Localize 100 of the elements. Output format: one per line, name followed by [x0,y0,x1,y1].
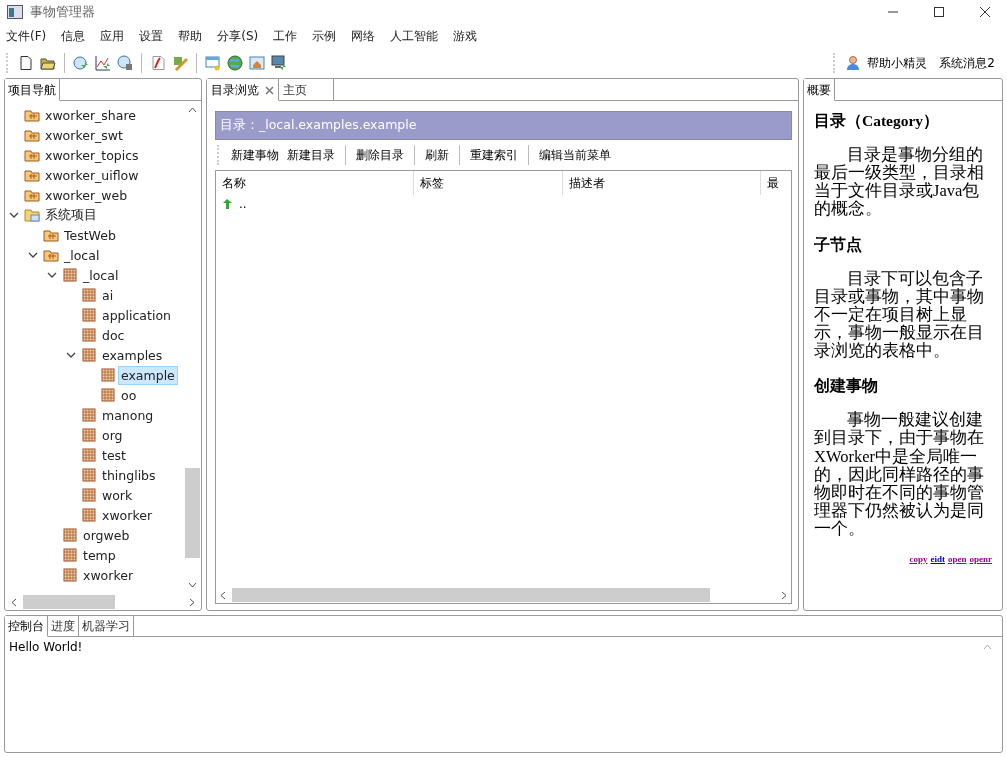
package-icon [81,427,97,443]
tree-item[interactable]: doc [100,326,127,344]
tree-item[interactable]: examples [100,346,165,364]
tree-item[interactable]: org [100,426,125,444]
browser-tab[interactable]: 目录浏览 [207,79,279,101]
tree-item[interactable]: TestWeb [62,226,118,244]
navigator-tab[interactable]: 项目导航 [5,79,60,101]
package-icon [81,487,97,503]
home-icon[interactable] [249,55,265,71]
tree-item[interactable]: ai [100,286,116,304]
scrollbar-thumb[interactable] [232,588,710,602]
console-output: Hello World! [9,640,83,656]
package-icon [62,267,78,283]
column-header[interactable]: 名称 [216,171,415,195]
menu-item[interactable]: 人工智能 [390,27,439,45]
maximize-icon[interactable] [933,6,945,18]
project-icon [24,147,40,163]
new-file-icon[interactable] [18,55,34,71]
menu-item[interactable]: 设置 [139,27,164,45]
tree-item[interactable]: example [119,366,177,384]
section-heading: 创建事物 [814,376,879,397]
open-folder-icon[interactable] [40,55,56,71]
person-icon [845,55,862,71]
console-tab[interactable]: 进度 [48,616,79,636]
package-icon [62,527,78,543]
package-icon [81,447,97,463]
package-icon [62,567,78,583]
menu-item[interactable]: 应用 [100,27,125,45]
scroll-left-icon[interactable] [11,597,17,607]
package-icon [81,407,97,423]
menu-item[interactable]: 帮助 [178,27,203,45]
monitor-icon[interactable] [271,55,287,71]
link[interactable]: copy [909,554,928,565]
menu-item[interactable]: 文件(F) [6,27,47,45]
column-header[interactable]: 标签 [414,171,563,195]
chart-icon[interactable] [95,55,111,71]
tree-item[interactable]: application [100,306,173,324]
section-heading: 子节点 [814,234,863,255]
project-icon [24,167,40,183]
tree-item[interactable]: orgweb [81,526,132,544]
scrollbar-thumb[interactable] [185,468,200,558]
tree-item[interactable]: _local [62,246,102,264]
tree-item[interactable]: xworker_share [43,106,138,124]
document-icon[interactable] [150,55,166,71]
section-text: 目录是事物分组的最后一级类型，目录相当于文件目录或Java包的概念。 [814,146,985,219]
action-button[interactable]: 编辑当前菜单 [539,146,611,164]
tree-item[interactable]: xworker [81,566,136,584]
scroll-right-icon[interactable] [189,597,195,607]
column-header[interactable]: 最 [761,171,791,195]
menu-item[interactable]: 分享(S) [217,27,259,45]
tree-item[interactable]: xworker_topics [43,146,141,164]
menu-item[interactable]: 网络 [351,27,376,45]
menu-item[interactable]: 示例 [312,27,337,45]
link[interactable]: open [948,554,967,565]
globe-icon[interactable] [227,55,243,71]
scroll-left-icon[interactable] [220,590,226,600]
console-tab[interactable]: 控制台 [5,616,48,637]
action-button[interactable]: 删除目录 [356,146,404,164]
scroll-down-icon[interactable] [188,582,197,588]
summary-tab[interactable]: 概要 [804,79,835,101]
tree-item[interactable]: oo [119,386,139,404]
link[interactable]: eidt [930,554,945,565]
close-icon[interactable] [979,6,991,18]
action-button[interactable]: 新建目录 [287,146,335,164]
app-icon [7,5,23,19]
messages-button[interactable]: 系统消息2 [939,54,995,72]
package-icon [81,327,97,343]
tree-item[interactable]: test [100,446,128,464]
window-title: 事物管理器 [30,3,95,21]
tree-item[interactable]: temp [81,546,118,564]
scrollbar-thumb[interactable] [23,595,115,609]
action-button[interactable]: 刷新 [425,146,449,164]
menu-item[interactable]: 工作 [273,27,298,45]
tree-item[interactable]: xworker_uiflow [43,166,141,184]
package-icon [81,507,97,523]
tree-item[interactable]: thinglibs [100,466,158,484]
tree-item[interactable]: manong [100,406,156,424]
action-button[interactable]: 新建事物 [231,146,279,164]
tree-item[interactable]: xworker_swt [43,126,125,144]
tree-item[interactable]: 系统项目 [43,205,99,225]
tree-item[interactable]: work [100,486,135,504]
folder-icon [24,207,40,223]
tree-item[interactable]: xworker [100,506,155,524]
column-header[interactable]: 描述者 [562,171,762,195]
path-bar: 目录：_local.examples.example [215,111,792,140]
console-tab[interactable]: 机器学习 [79,616,134,636]
tree-item[interactable]: _local [81,266,121,284]
helper-button[interactable]: 帮助小精灵 [867,54,928,72]
table-cell[interactable]: .. [239,197,247,211]
scroll-up-icon[interactable] [188,107,197,113]
link[interactable]: openr [969,554,992,565]
section-heading: 目录（Category） [814,111,941,131]
menu-item[interactable]: 游戏 [453,27,478,45]
tree-item[interactable]: xworker_web [43,186,130,204]
package-icon [62,547,78,563]
action-button[interactable]: 重建索引 [470,146,518,164]
project-icon [24,127,40,143]
project-icon [43,227,59,243]
menu-item[interactable]: 信息 [61,27,86,45]
scroll-right-icon[interactable] [781,590,787,600]
